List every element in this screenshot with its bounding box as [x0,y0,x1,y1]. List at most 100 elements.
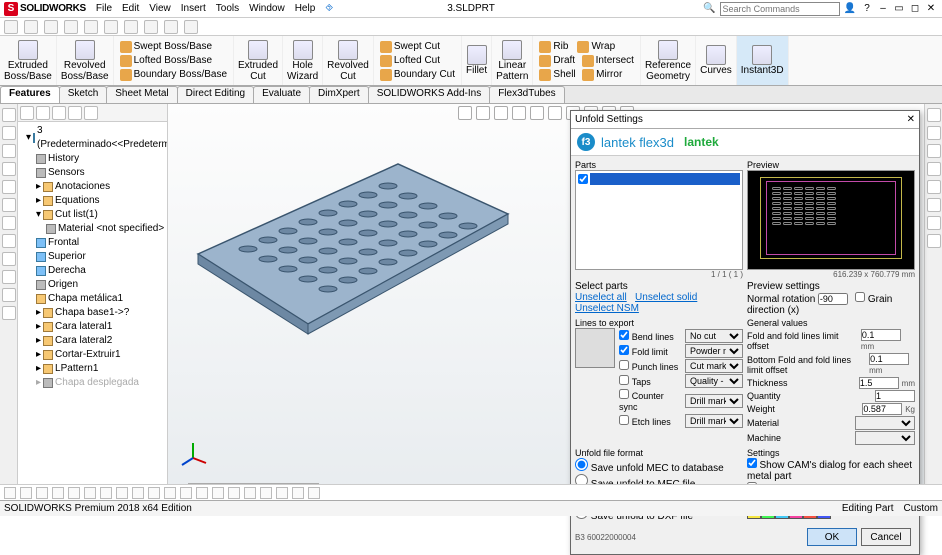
swept-cut-button[interactable]: Swept Cut [376,40,459,54]
sk-icon[interactable] [68,487,80,499]
rail-icon[interactable] [2,162,16,176]
tree-item[interactable]: Frontal [20,236,165,250]
help-icon[interactable]: ⯑ [325,3,333,14]
sk-icon[interactable] [132,487,144,499]
sk-icon[interactable] [260,487,272,499]
menu-file[interactable]: File [96,3,112,14]
status-custom[interactable]: Custom [904,503,938,514]
rail-icon[interactable] [2,288,16,302]
menu-edit[interactable]: Edit [122,3,139,14]
options-icon[interactable] [144,20,158,34]
rail-icon[interactable] [2,216,16,230]
sk-icon[interactable] [20,487,32,499]
sk-icon[interactable] [4,487,16,499]
tree-item[interactable]: ▸LPattern1 [20,362,165,376]
menu-insert[interactable]: Insert [181,3,206,14]
rail-icon[interactable] [2,198,16,212]
tab-sheet-metal[interactable]: Sheet Metal [106,86,177,103]
linear-pattern-button[interactable]: LinearPattern [492,36,533,85]
ok-button[interactable]: OK [807,528,857,546]
menu-window[interactable]: Window [249,3,285,14]
line-select[interactable]: Powder ma [685,344,743,358]
tree-item[interactable]: Derecha [20,264,165,278]
sk-icon[interactable] [52,487,64,499]
draft-button[interactable]: Draft Intersect [535,54,638,68]
tree-item[interactable]: Material <not specified> [20,222,165,236]
sk-icon[interactable] [36,487,48,499]
instant3d-button[interactable]: Instant3D [737,36,789,85]
tree-item[interactable]: Origen [20,278,165,292]
task-pane-icon[interactable] [927,234,941,248]
tree-item[interactable]: ▸Cortar-Extruir1 [20,348,165,362]
lofted-cut-button[interactable]: Lofted Cut [376,54,459,68]
task-pane-icon[interactable] [927,108,941,122]
line-select[interactable]: Cut mark [685,359,743,373]
line-checkbox[interactable] [619,389,629,399]
reference-geometry-button[interactable]: ReferenceGeometry [641,36,696,85]
menu-help[interactable]: Help [295,3,316,14]
cancel-button[interactable]: Cancel [861,528,911,546]
rail-icon[interactable] [2,108,16,122]
sk-icon[interactable] [228,487,240,499]
revolved-cut-button[interactable]: RevolvedCut [323,36,374,85]
tree-tab-icon[interactable] [20,106,34,120]
line-select[interactable]: No cut [685,329,743,343]
restore-button[interactable]: ▭ [892,3,906,14]
part-checkbox[interactable] [578,174,588,184]
sk-icon[interactable] [116,487,128,499]
rail-icon[interactable] [2,306,16,320]
task-pane-icon[interactable] [927,162,941,176]
gv-select[interactable] [855,431,915,445]
search-input[interactable] [720,2,840,16]
tab-direct-editing[interactable]: Direct Editing [177,86,254,103]
unselect-nsm-link[interactable]: Unselect NSM [575,303,639,314]
view-icon[interactable] [530,106,544,120]
task-pane-icon[interactable] [927,180,941,194]
sk-icon[interactable] [244,487,256,499]
sk-icon[interactable] [100,487,112,499]
task-pane-icon[interactable] [927,198,941,212]
line-checkbox[interactable] [619,415,629,425]
task-pane-icon[interactable] [927,216,941,230]
task-pane-icon[interactable] [927,126,941,140]
open-icon[interactable] [24,20,38,34]
line-checkbox[interactable] [619,330,629,340]
sk-icon[interactable] [148,487,160,499]
revolved-boss-button[interactable]: RevolvedBoss/Base [57,36,114,85]
sk-icon[interactable] [84,487,96,499]
view-icon[interactable] [494,106,508,120]
view-icon[interactable] [476,106,490,120]
view-icon[interactable] [512,106,526,120]
curves-button[interactable]: Curves [696,36,737,85]
gv-input[interactable] [869,353,909,365]
rail-icon[interactable] [2,126,16,140]
line-checkbox[interactable] [619,375,629,385]
save-icon[interactable] [44,20,58,34]
hole-wizard-button[interactable]: HoleWizard [283,36,323,85]
shell-button[interactable]: Shell Mirror [535,68,638,82]
sk-icon[interactable] [292,487,304,499]
rail-icon[interactable] [2,252,16,266]
parts-list[interactable] [575,170,743,270]
tree-item[interactable]: ▸Cara lateral2 [20,334,165,348]
uff-radio[interactable] [575,458,588,471]
extruded-cut-button[interactable]: ExtrudedCut [234,36,283,85]
sk-icon[interactable] [308,487,320,499]
tree-item[interactable]: Superior [20,250,165,264]
boundary-cut-button[interactable]: Boundary Cut [376,68,459,82]
new-icon[interactable] [4,20,18,34]
minimize-button[interactable]: – [876,3,890,14]
tree-root[interactable]: ▾3 (Predeterminado<<Predeterminado) [20,124,165,152]
sk-icon[interactable] [164,487,176,499]
line-select[interactable]: Drill mark [685,414,743,428]
show-cam-dialog-checkbox[interactable] [747,458,757,468]
rail-icon[interactable] [2,144,16,158]
rail-icon[interactable] [2,180,16,194]
user-icon[interactable]: 👤 [844,3,856,14]
line-select[interactable]: Quality - 1 [685,374,743,388]
dialog-close-button[interactable]: ✕ [907,114,915,125]
grain-checkbox[interactable] [855,292,865,302]
line-checkbox[interactable] [619,345,629,355]
tab-features[interactable]: Features [0,86,60,103]
line-checkbox[interactable] [619,360,629,370]
